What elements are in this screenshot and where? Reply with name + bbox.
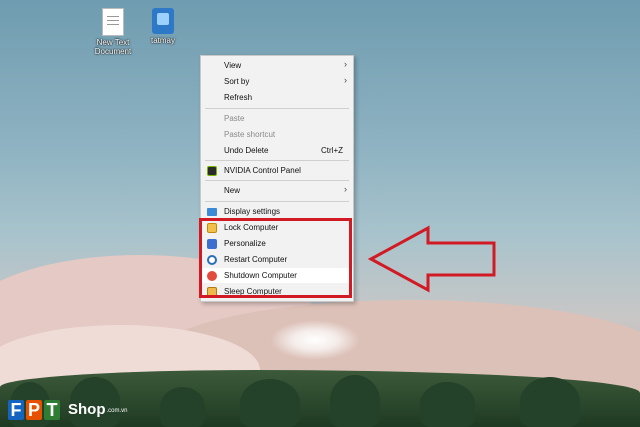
shortcut-hint: Ctrl+Z xyxy=(321,146,343,155)
logo-letter: T xyxy=(44,400,60,420)
menu-item-refresh[interactable]: Refresh xyxy=(201,90,353,105)
nvidia-icon xyxy=(207,166,217,176)
chevron-right-icon: › xyxy=(344,59,347,69)
fptshop-logo: F P T Shop .com.vn xyxy=(8,392,128,420)
monitor-icon xyxy=(207,208,217,216)
menu-item-nvidia-control-panel[interactable]: NVIDIA Control Panel xyxy=(201,163,353,178)
menu-separator xyxy=(205,180,349,181)
app-shortcut-icon xyxy=(152,8,174,34)
logo-shop-text: Shop xyxy=(68,401,106,418)
menu-item-view[interactable]: View › xyxy=(201,58,353,73)
annotation-arrow-icon xyxy=(368,225,496,293)
logo-letter: P xyxy=(26,400,42,420)
sun-glow xyxy=(270,320,360,360)
desktop-icon-tatmay[interactable]: tatmay xyxy=(133,8,193,45)
chevron-right-icon: › xyxy=(344,184,347,194)
menu-item-undo-delete[interactable]: Undo Delete Ctrl+Z xyxy=(201,143,353,158)
menu-separator xyxy=(205,108,349,109)
menu-separator xyxy=(205,201,349,202)
menu-item-paste: Paste xyxy=(224,114,245,123)
desktop[interactable]: New Text Document tatmay View › Sort by … xyxy=(0,0,640,427)
menu-item-sort-by[interactable]: Sort by › xyxy=(201,74,353,89)
menu-item-paste-shortcut: Paste shortcut xyxy=(224,130,276,139)
desktop-icon-label: tatmay xyxy=(150,36,175,45)
menu-separator xyxy=(205,160,349,161)
annotation-highlight-box xyxy=(199,218,352,298)
text-document-icon xyxy=(102,8,124,36)
menu-item-display-settings[interactable]: Display settings xyxy=(201,204,353,219)
chevron-right-icon: › xyxy=(344,75,347,85)
logo-letter: F xyxy=(8,400,24,420)
logo-domain-text: .com.vn xyxy=(106,408,128,414)
menu-item-new[interactable]: New › xyxy=(201,183,353,198)
